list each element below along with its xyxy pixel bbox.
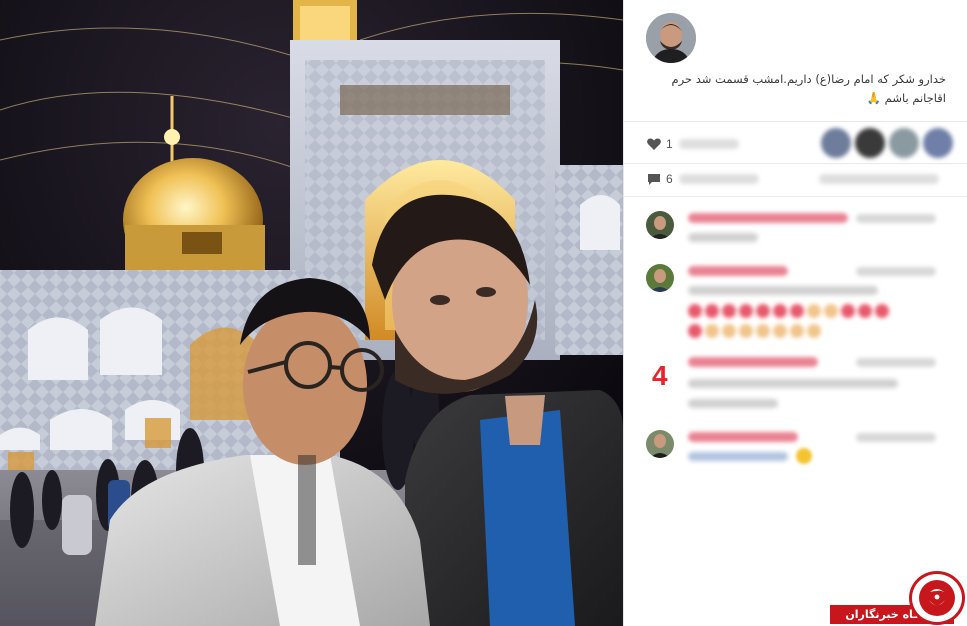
comments-row[interactable]: 6 xyxy=(646,168,939,190)
comment-item xyxy=(646,355,946,415)
overlay-red-number: 4 xyxy=(652,360,668,391)
post-details-panel: خدارو شکر که امام رضا(ع) داریم.امشب قسمت… xyxy=(623,0,967,626)
comment-item xyxy=(646,211,946,261)
comment-item xyxy=(646,430,946,480)
divider xyxy=(624,121,967,122)
likes-count: 1 xyxy=(666,137,673,151)
liker-avatar[interactable] xyxy=(923,128,953,158)
author-avatar[interactable] xyxy=(646,13,696,63)
likes-row[interactable]: 1 xyxy=(646,133,739,155)
comment-mention xyxy=(688,452,788,461)
comment-emoji-row xyxy=(688,304,889,318)
comment-timestamp xyxy=(856,433,936,442)
commenter-username[interactable] xyxy=(688,213,848,223)
divider xyxy=(624,163,967,164)
comments-count-blurred xyxy=(678,174,759,184)
liker-avatar[interactable] xyxy=(855,128,885,158)
likers-avatars xyxy=(821,128,953,158)
view-all-comments-link[interactable] xyxy=(818,174,939,184)
commenter-username[interactable] xyxy=(688,357,818,367)
post-photo[interactable] xyxy=(0,0,623,626)
likes-count-blurred xyxy=(678,139,739,149)
comment-timestamp xyxy=(856,358,936,367)
commenter-avatar[interactable] xyxy=(646,211,674,239)
comments-count: 6 xyxy=(666,172,673,186)
post-caption: خدارو شکر که امام رضا(ع) داریم.امشب قسمت… xyxy=(671,72,946,105)
commenter-avatar[interactable] xyxy=(646,264,674,292)
speech-bubble-icon[interactable] xyxy=(646,171,662,187)
comment-timestamp xyxy=(856,267,936,276)
liker-avatar[interactable] xyxy=(821,128,851,158)
heart-icon[interactable] xyxy=(646,136,662,152)
comment-text xyxy=(688,286,878,295)
instagram-post-view: خدارو شکر که امام رضا(ع) داریم.امشب قسمت… xyxy=(0,0,967,626)
shrine-selfie-image xyxy=(0,0,623,626)
divider xyxy=(624,196,967,197)
comment-timestamp xyxy=(856,214,936,223)
commenter-username[interactable] xyxy=(688,432,798,442)
comment-item xyxy=(646,264,946,344)
comment-text xyxy=(688,379,898,388)
commenter-username[interactable] xyxy=(688,266,788,276)
comment-text xyxy=(688,399,778,408)
commenter-avatar[interactable] xyxy=(646,430,674,458)
liker-avatar[interactable] xyxy=(889,128,919,158)
comment-text xyxy=(688,233,758,242)
emoji-icon xyxy=(796,448,812,464)
comment-emoji-row xyxy=(688,324,821,338)
watermark-logo-icon xyxy=(909,571,965,625)
